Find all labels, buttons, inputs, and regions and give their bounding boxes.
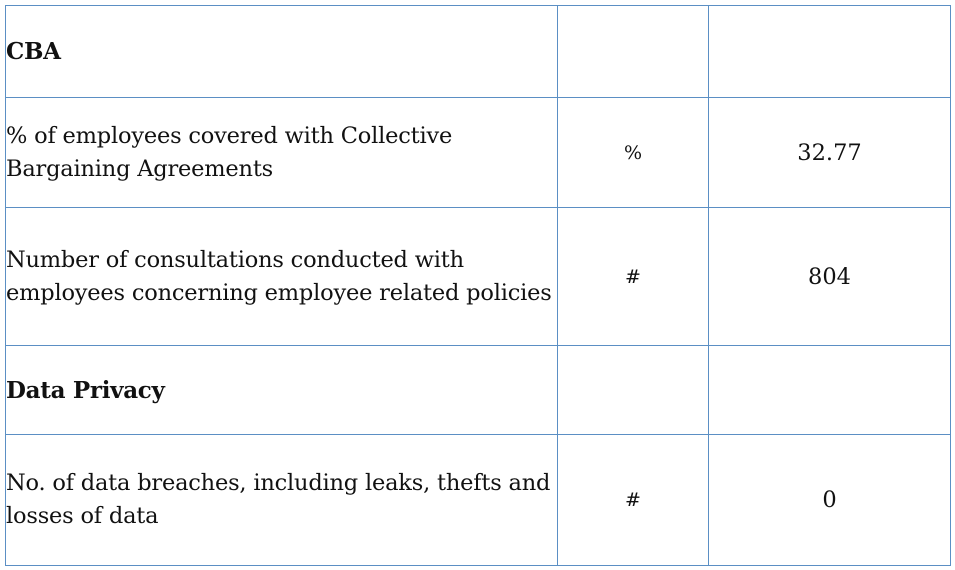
metric-unit: % (557, 97, 709, 208)
metric-unit: # (557, 207, 709, 346)
empty-unit-cell (557, 5, 709, 98)
metric-label: Number of consultations conducted with e… (5, 207, 558, 346)
metric-label: % of employees covered with Collective B… (5, 97, 558, 208)
empty-value-cell (708, 5, 951, 98)
section-header-row: CBA (5, 5, 951, 98)
metric-unit: # (557, 434, 709, 566)
section-title: Data Privacy (5, 345, 558, 435)
table-row: Number of consultations conducted with e… (5, 207, 951, 346)
metrics-table: CBA % of employees covered with Collecti… (5, 5, 951, 566)
table-row: No. of data breaches, including leaks, t… (5, 434, 951, 566)
metric-label: No. of data breaches, including leaks, t… (5, 434, 558, 566)
empty-value-cell (708, 345, 951, 435)
metric-value: 804 (708, 207, 951, 346)
section-title: CBA (5, 5, 558, 98)
table-row: % of employees covered with Collective B… (5, 97, 951, 208)
metric-value: 32.77 (708, 97, 951, 208)
metric-value: 0 (708, 434, 951, 566)
section-header-row: Data Privacy (5, 345, 951, 435)
empty-unit-cell (557, 345, 709, 435)
